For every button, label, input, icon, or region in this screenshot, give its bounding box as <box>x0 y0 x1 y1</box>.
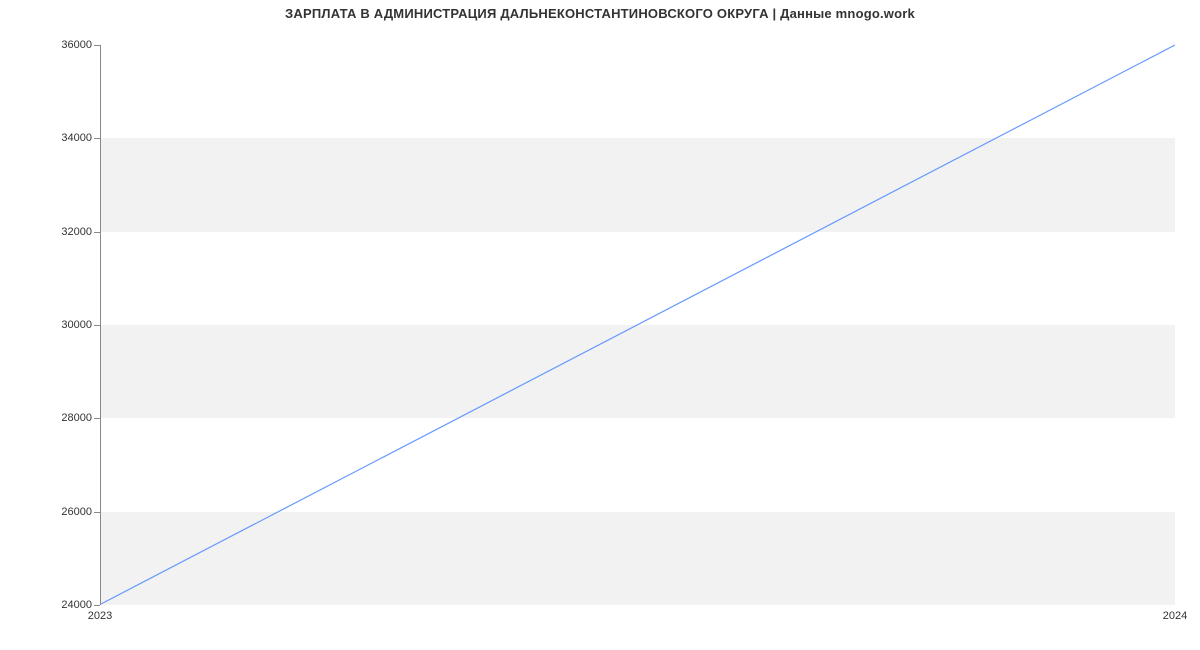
x-tick-label: 2024 <box>1163 610 1187 622</box>
plot-area <box>100 45 1175 605</box>
y-tick-label: 32000 <box>32 226 92 238</box>
y-tick-label: 24000 <box>32 599 92 611</box>
data-line <box>101 45 1175 604</box>
y-tick-label: 30000 <box>32 319 92 331</box>
chart-title: ЗАРПЛАТА В АДМИНИСТРАЦИЯ ДАЛЬНЕКОНСТАНТИ… <box>0 6 1200 21</box>
line-layer <box>101 45 1175 604</box>
y-tick-label: 28000 <box>32 412 92 424</box>
y-tick-label: 26000 <box>32 506 92 518</box>
y-tick-label: 36000 <box>32 39 92 51</box>
y-tick-label: 34000 <box>32 132 92 144</box>
x-tick-label: 2023 <box>88 610 112 622</box>
y-tick-mark <box>94 605 100 606</box>
chart-container: ЗАРПЛАТА В АДМИНИСТРАЦИЯ ДАЛЬНЕКОНСТАНТИ… <box>0 0 1200 650</box>
